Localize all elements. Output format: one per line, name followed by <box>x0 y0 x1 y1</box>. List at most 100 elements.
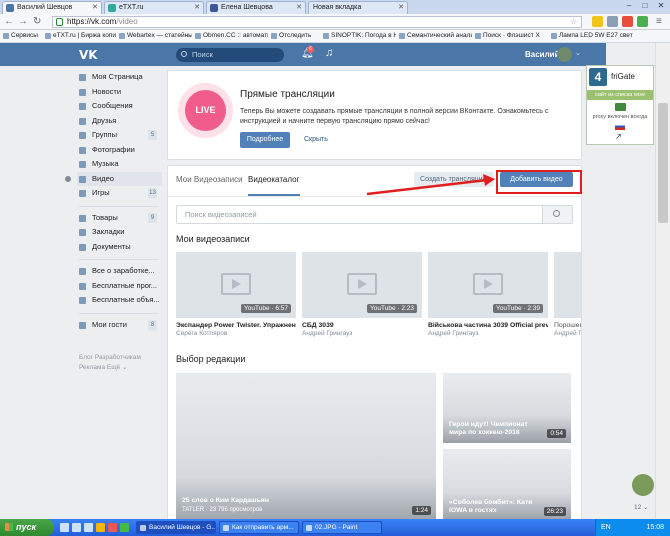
close-tab-icon[interactable]: ✕ <box>194 2 200 14</box>
chat-count[interactable]: 12 ⌄ <box>634 503 648 511</box>
video-author[interactable]: Серёга Котляров <box>176 330 296 337</box>
video-thumbnail[interactable] <box>554 252 581 318</box>
video-card[interactable]: Порошен... Андрей Гр... <box>554 252 581 337</box>
reload-icon[interactable]: ↻ <box>33 16 41 28</box>
quicklaunch-icon[interactable] <box>60 523 69 532</box>
window-close-icon[interactable]: ✕ <box>654 0 668 11</box>
menu-icon[interactable]: ≡ <box>656 16 662 28</box>
taskbar-item[interactable]: Василий Шевцов - G... <box>136 521 216 534</box>
taskbar-item[interactable]: 02.JPG - Paint <box>302 521 382 534</box>
video-title[interactable]: Військова частина 3039 Official previ... <box>428 322 548 329</box>
browser-tab-etxt[interactable]: eTXT.ru ✕ <box>104 1 204 14</box>
avatar[interactable] <box>557 47 572 62</box>
video-title[interactable]: 25 слов о Ким Кардашьян <box>182 497 269 505</box>
bookmark-item[interactable]: Отследить <box>270 30 320 42</box>
video-thumbnail[interactable]: YouTube · 2:23 <box>302 252 422 318</box>
proxy-toggle[interactable] <box>615 103 626 111</box>
close-tab-icon[interactable]: ✕ <box>398 2 404 14</box>
sidebar-item-3[interactable]: Документы <box>77 240 162 255</box>
scrollbar[interactable] <box>655 43 670 519</box>
sidebar-item-1[interactable]: Моя Страница <box>77 70 162 85</box>
video-card-large[interactable]: 25 слов о Ким Кардашьян TATLER · 23 796 … <box>176 373 436 521</box>
video-card[interactable]: YouTube · 2:23 СБД 3039 Андрей Грингауз <box>302 252 422 337</box>
browser-tab-new[interactable]: Новая вкладка ✕ <box>308 1 408 14</box>
video-author[interactable]: Андрей Гр... <box>554 330 581 337</box>
sidebar-item-8[interactable]: Видео <box>65 171 162 186</box>
video-search-input[interactable]: Поиск видеозаписей <box>176 205 573 224</box>
quicklaunch-icon[interactable] <box>120 523 129 532</box>
scrollbar-thumb[interactable] <box>658 103 668 223</box>
sidebar-item-2[interactable]: Новости <box>77 85 162 100</box>
browser-tab-elena[interactable]: Елена Шевцова ✕ <box>206 1 306 14</box>
sidebar-item-4[interactable]: Друзья <box>77 114 162 129</box>
sidebar-item-1[interactable]: Мои гости 8 <box>77 318 162 333</box>
video-title[interactable]: СБД 3039 <box>302 322 422 329</box>
sidebar-item-1[interactable]: Товары 9 <box>77 211 162 226</box>
video-card[interactable]: Герои идут! Чемпионат мира по хоккею-201… <box>443 373 571 443</box>
minimize-icon[interactable]: ‒ <box>622 0 636 11</box>
video-thumbnail[interactable]: YouTube · 2:39 <box>428 252 548 318</box>
taskbar-item[interactable]: Как отправить арм... <box>219 521 299 534</box>
video-card[interactable]: YouTube · 6:57 Экспандер Power Twister. … <box>176 252 296 337</box>
sidebar-item-2[interactable]: Закладки <box>77 225 162 240</box>
video-author[interactable]: Андрей Грингауз <box>302 330 422 337</box>
hide-button[interactable]: Скрыть <box>304 132 328 148</box>
extension-icon[interactable] <box>622 16 633 27</box>
bookmark-item[interactable]: Obmen.CC :: автомати... <box>194 30 268 42</box>
vk-logo[interactable]: VK <box>79 48 98 62</box>
more-button[interactable]: Подробнее <box>240 132 290 148</box>
sidebar-item-5[interactable]: Группы 5 <box>77 128 162 143</box>
tab-my-videos[interactable]: Мои Видеозаписи <box>176 175 243 184</box>
sidebar-item-2[interactable]: Бесплатные прог... <box>77 279 162 294</box>
video-card[interactable]: «Соболев бомбит»: Катя IOWA в гостях 26:… <box>443 449 571 521</box>
video-author[interactable]: Андрей Грингауз <box>428 330 548 337</box>
bookmark-item[interactable]: Сервисы <box>2 30 42 42</box>
quicklaunch-icon[interactable] <box>108 523 117 532</box>
video-card[interactable]: YouTube · 2:39 Військова частина 3039 Of… <box>428 252 548 337</box>
language-indicator[interactable]: EN <box>601 519 611 536</box>
bookmark-item[interactable]: Поиск · Флэшист Х <box>474 30 548 42</box>
vk-search-input[interactable]: Поиск <box>176 48 284 62</box>
quicklaunch-icon[interactable] <box>84 523 93 532</box>
music-icon[interactable]: ♫ <box>325 47 333 59</box>
user-name[interactable]: Василий <box>525 50 560 59</box>
sidebar-item-9[interactable]: Игры 13 <box>77 186 162 201</box>
sidebar-item-3[interactable]: Сообщения <box>77 99 162 114</box>
video-title[interactable]: Экспандер Power Twister. Упражнен... <box>176 322 296 329</box>
chevron-down-icon[interactable]: ⌄ <box>575 49 581 57</box>
video-title[interactable]: Порошен... <box>554 322 581 329</box>
star-icon[interactable]: ☆ <box>570 17 577 27</box>
sidebar-item-1[interactable]: Все о заработке... <box>77 264 162 279</box>
flag-icon[interactable] <box>615 123 625 130</box>
quicklaunch-icon[interactable] <box>96 523 105 532</box>
sidebar-item-7[interactable]: Музыка <box>77 157 162 172</box>
avatar[interactable] <box>632 474 654 496</box>
extension-icon[interactable] <box>592 16 603 27</box>
quicklaunch-icon[interactable] <box>72 523 81 532</box>
sidebar-item-6[interactable]: Фотографии <box>77 143 162 158</box>
search-button[interactable] <box>542 206 572 223</box>
footer-links-row1[interactable]: Блог Разработчикам <box>79 353 164 363</box>
start-button[interactable]: пуск <box>0 519 54 536</box>
extension-icon[interactable] <box>637 16 648 27</box>
tab-video-catalog[interactable]: Видеокаталог <box>248 175 299 184</box>
video-title[interactable]: Герои идут! Чемпионат мира по хоккею-201… <box>449 421 544 437</box>
maximize-icon[interactable]: □ <box>638 0 652 11</box>
sidebar-item-3[interactable]: Бесплатные объя... <box>77 293 162 308</box>
arrow-icon[interactable]: ↗ <box>615 132 622 141</box>
bookmark-item[interactable]: Webartex — статейны... <box>118 30 192 42</box>
close-tab-icon[interactable]: ✕ <box>296 2 302 14</box>
back-icon[interactable]: ← <box>4 16 14 28</box>
video-thumbnail[interactable]: YouTube · 6:57 <box>176 252 296 318</box>
footer-links-row2[interactable]: Реклама Ещё ⌄ <box>79 363 164 373</box>
close-tab-icon[interactable]: ✕ <box>92 2 98 14</box>
extension-icon[interactable] <box>607 16 618 27</box>
forward-icon[interactable]: → <box>18 16 28 28</box>
url-field[interactable]: https://vk.com/video ☆ <box>52 16 582 28</box>
video-title[interactable]: «Соболев бомбит»: Катя IOWA в гостях <box>449 499 549 515</box>
browser-tab-vk[interactable]: Василий Шевцов ✕ <box>2 1 102 14</box>
bookmark-item[interactable]: eTXT.ru | Биржа копир... <box>44 30 116 42</box>
bookmark-item[interactable]: Семантический анали... <box>398 30 472 42</box>
bookmark-item[interactable]: Лампа LED 5W E27 свет <box>550 30 650 42</box>
bookmark-item[interactable]: SINOPTIK: Погода в Н... <box>322 30 396 42</box>
